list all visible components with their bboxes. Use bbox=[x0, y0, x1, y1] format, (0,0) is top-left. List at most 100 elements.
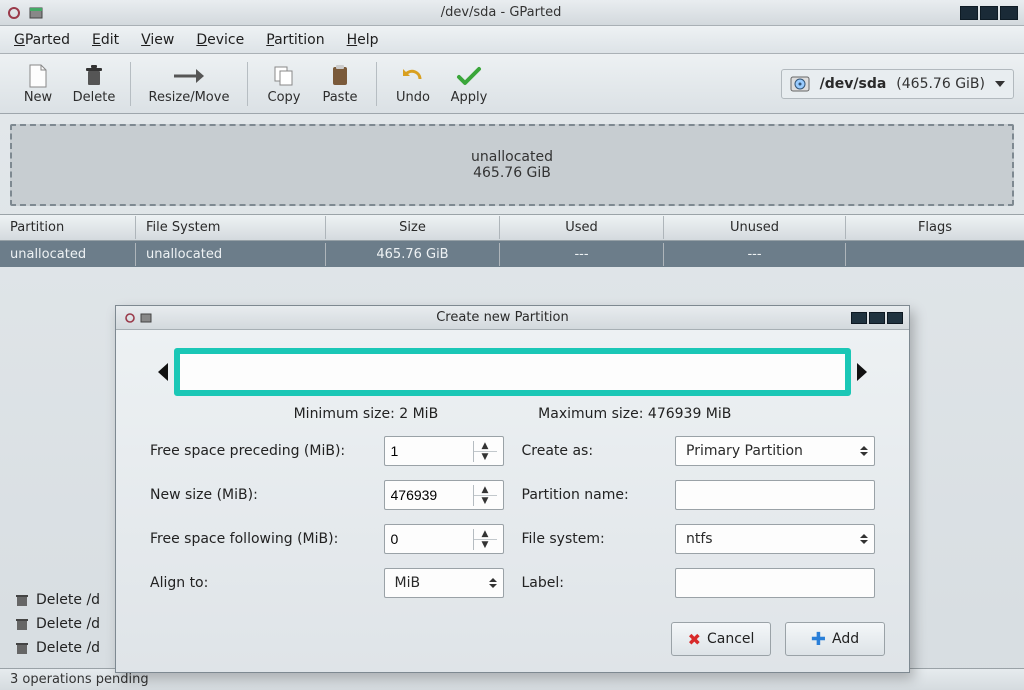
spin-down-icon[interactable]: ▼ bbox=[474, 496, 497, 506]
delete-button[interactable]: Delete bbox=[66, 57, 122, 111]
app-menu-icon[interactable] bbox=[122, 310, 138, 326]
spin-up-icon[interactable]: ▲ bbox=[474, 485, 497, 496]
apply-check-icon bbox=[456, 62, 482, 90]
window-controls bbox=[958, 6, 1018, 20]
new-size-field[interactable] bbox=[385, 487, 473, 503]
device-selector[interactable]: /dev/sda (465.76 GiB) bbox=[781, 69, 1014, 99]
th-unused[interactable]: Unused bbox=[664, 216, 846, 239]
size-slider[interactable] bbox=[116, 330, 909, 406]
resize-arrow-icon bbox=[172, 62, 206, 90]
row-partition-name: Partition name: bbox=[522, 480, 876, 510]
add-plus-icon: ✚ bbox=[811, 629, 826, 650]
disk-icon bbox=[790, 74, 810, 94]
th-used[interactable]: Used bbox=[500, 216, 664, 239]
toolbar-separator bbox=[130, 62, 131, 106]
label-filesystem: File system: bbox=[522, 531, 666, 547]
dialog-window-controls bbox=[851, 312, 903, 324]
menu-edit[interactable]: Edit bbox=[88, 29, 123, 51]
dialog-close-button[interactable] bbox=[887, 312, 903, 324]
combo-arrows-icon bbox=[860, 534, 868, 544]
undo-label: Undo bbox=[396, 90, 430, 105]
paste-icon bbox=[327, 62, 353, 90]
toolbar-separator bbox=[376, 62, 377, 106]
align-to-combo[interactable]: MiB bbox=[384, 568, 504, 598]
free-before-field[interactable] bbox=[385, 443, 473, 459]
delete-label: Delete bbox=[73, 90, 116, 105]
resize-label: Resize/Move bbox=[149, 90, 230, 105]
td-partition: unallocated bbox=[0, 243, 136, 266]
spinner-buttons[interactable]: ▲▼ bbox=[473, 485, 497, 506]
apply-button[interactable]: Apply bbox=[441, 57, 497, 111]
spinner-buttons[interactable]: ▲▼ bbox=[473, 441, 497, 462]
close-button[interactable] bbox=[1000, 6, 1018, 20]
label-field[interactable] bbox=[676, 575, 874, 591]
slider-track[interactable] bbox=[174, 348, 851, 396]
spin-up-icon[interactable]: ▲ bbox=[474, 529, 497, 540]
menu-partition[interactable]: Partition bbox=[262, 29, 328, 51]
menu-help[interactable]: Help bbox=[343, 29, 383, 51]
new-label: New bbox=[24, 90, 52, 105]
partition-graph[interactable]: unallocated 465.76 GiB bbox=[10, 124, 1014, 206]
create-partition-dialog: Create new Partition Minimum size: 2 MiB… bbox=[115, 305, 910, 673]
add-button[interactable]: ✚ Add bbox=[785, 622, 885, 656]
undo-button[interactable]: Undo bbox=[385, 57, 441, 111]
pending-operations: Delete /d Delete /d Delete /d bbox=[14, 588, 100, 660]
slider-handle-right-icon[interactable] bbox=[857, 363, 867, 381]
free-after-field[interactable] bbox=[385, 531, 473, 547]
th-filesystem[interactable]: File System bbox=[136, 216, 326, 239]
label-label: Label: bbox=[522, 575, 666, 591]
align-to-value: MiB bbox=[395, 575, 421, 591]
dialog-minimize-button[interactable] bbox=[851, 312, 867, 324]
td-filesystem: unallocated bbox=[136, 243, 326, 266]
row-filesystem: File system: ntfs bbox=[522, 524, 876, 554]
menu-device[interactable]: Device bbox=[192, 29, 248, 51]
menu-gparted[interactable]: GParted bbox=[10, 29, 74, 51]
copy-icon bbox=[271, 62, 297, 90]
paste-button[interactable]: Paste bbox=[312, 57, 368, 111]
spin-down-icon[interactable]: ▼ bbox=[474, 540, 497, 550]
td-unused: --- bbox=[664, 243, 846, 266]
label-create-as: Create as: bbox=[522, 443, 666, 459]
pending-op-row[interactable]: Delete /d bbox=[14, 612, 100, 636]
add-label: Add bbox=[832, 631, 859, 647]
label-input[interactable] bbox=[675, 568, 875, 598]
resize-move-button[interactable]: Resize/Move bbox=[139, 57, 239, 111]
spin-down-icon[interactable]: ▼ bbox=[474, 452, 497, 462]
free-after-input[interactable]: ▲▼ bbox=[384, 524, 504, 554]
pending-op-label: Delete /d bbox=[36, 640, 100, 656]
free-before-input[interactable]: ▲▼ bbox=[384, 436, 504, 466]
partition-name-field[interactable] bbox=[676, 487, 874, 503]
pending-op-row[interactable]: Delete /d bbox=[14, 588, 100, 612]
new-size-input[interactable]: ▲▼ bbox=[384, 480, 504, 510]
th-partition[interactable]: Partition bbox=[0, 216, 136, 239]
pending-op-row[interactable]: Delete /d bbox=[14, 636, 100, 660]
combo-arrows-icon bbox=[489, 578, 497, 588]
maximize-button[interactable] bbox=[980, 6, 998, 20]
graph-size: 465.76 GiB bbox=[473, 165, 551, 181]
cancel-button[interactable]: ✖ Cancel bbox=[671, 622, 771, 656]
table-row[interactable]: unallocated unallocated 465.76 GiB --- -… bbox=[0, 241, 1024, 267]
copy-button[interactable]: Copy bbox=[256, 57, 312, 111]
dialog-form: Free space preceding (MiB): ▲▼ New size … bbox=[116, 436, 909, 614]
min-size-label: Minimum size: 2 MiB bbox=[294, 406, 439, 422]
create-as-combo[interactable]: Primary Partition bbox=[675, 436, 875, 466]
minimize-button[interactable] bbox=[960, 6, 978, 20]
trash-icon bbox=[14, 640, 30, 656]
device-label: /dev/sda bbox=[820, 76, 887, 92]
th-size[interactable]: Size bbox=[326, 216, 500, 239]
th-flags[interactable]: Flags bbox=[846, 216, 1024, 239]
new-button[interactable]: New bbox=[10, 57, 66, 111]
dialog-maximize-button[interactable] bbox=[869, 312, 885, 324]
row-free-before: Free space preceding (MiB): ▲▼ bbox=[150, 436, 504, 466]
create-as-value: Primary Partition bbox=[686, 443, 803, 459]
table-header: Partition File System Size Used Unused F… bbox=[0, 215, 1024, 241]
slider-handle-left-icon[interactable] bbox=[158, 363, 168, 381]
app-menu-icon[interactable] bbox=[6, 5, 22, 21]
menu-view[interactable]: View bbox=[137, 29, 178, 51]
spinner-buttons[interactable]: ▲▼ bbox=[473, 529, 497, 550]
filesystem-combo[interactable]: ntfs bbox=[675, 524, 875, 554]
main-titlebar: /dev/sda - GParted bbox=[0, 0, 1024, 26]
dialog-actions: ✖ Cancel ✚ Add bbox=[116, 614, 909, 672]
spin-up-icon[interactable]: ▲ bbox=[474, 441, 497, 452]
partition-name-input[interactable] bbox=[675, 480, 875, 510]
